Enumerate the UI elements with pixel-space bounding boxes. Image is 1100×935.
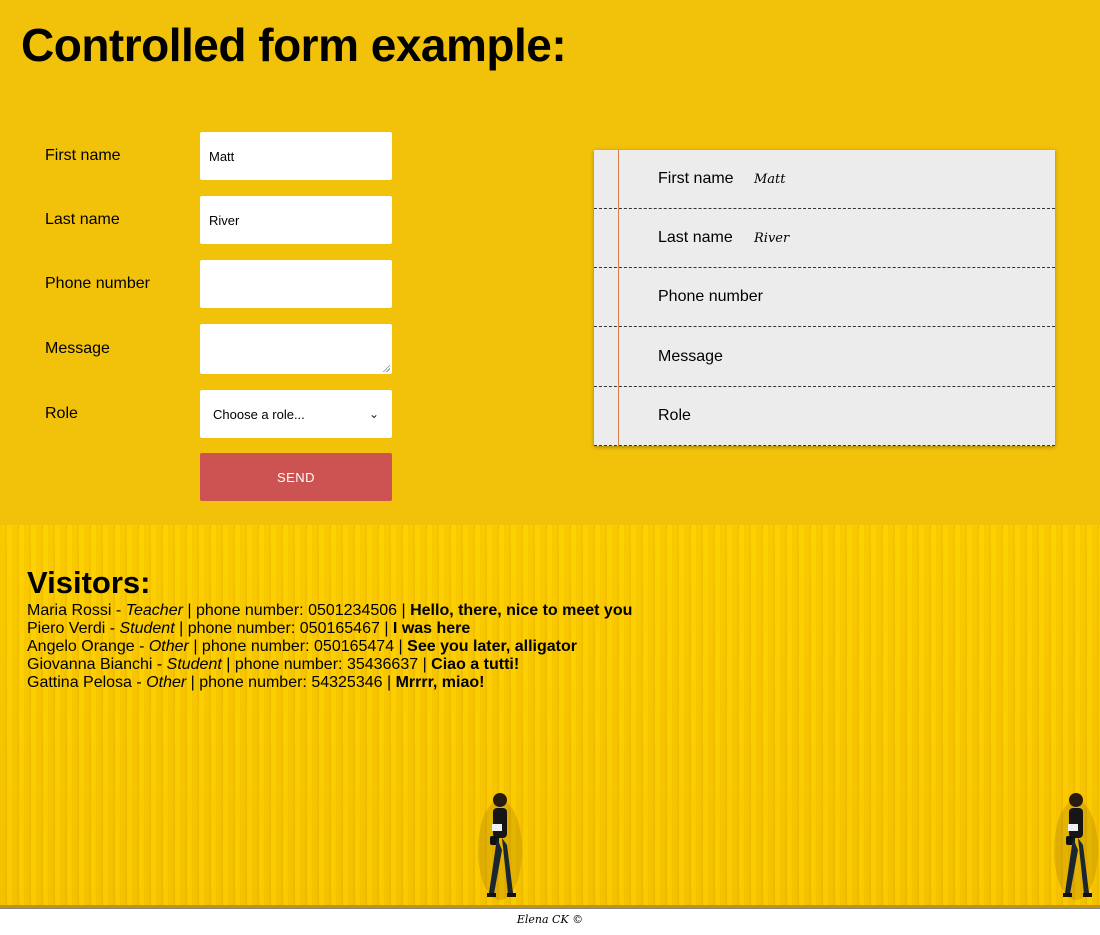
- list-item: Maria Rossi - Teacher | phone number: 05…: [27, 602, 633, 619]
- margin-line: [618, 150, 619, 446]
- preview-row: Phone number: [594, 268, 1055, 327]
- preview-label: Phone number: [658, 288, 763, 305]
- visitors-heading: Visitors:: [27, 565, 151, 600]
- walking-person-image: [478, 793, 522, 900]
- list-item: Giovanna Bianchi - Student | phone numbe…: [27, 656, 520, 673]
- preview-value: River: [754, 231, 790, 246]
- first-name-input[interactable]: Matt: [200, 132, 392, 180]
- preview-label: Message: [658, 348, 723, 365]
- list-item: Piero Verdi - Student | phone number: 05…: [27, 620, 471, 637]
- send-button[interactable]: SEND: [200, 453, 392, 501]
- preview-row: Message: [594, 328, 1055, 387]
- visitors-section: Visitors: Maria Rossi - Teacher | phone …: [0, 525, 1100, 908]
- phone-number-input[interactable]: [200, 260, 392, 308]
- message-textarea[interactable]: [200, 324, 392, 374]
- footer: Elena CK ©: [0, 908, 1100, 935]
- preview-card: First name Matt Last name River Phone nu…: [594, 150, 1055, 446]
- preview-row: First name Matt: [594, 150, 1055, 209]
- footer-credit: Elena CK ©: [516, 913, 584, 926]
- last-name-label: Last name: [45, 211, 120, 228]
- visitor-list: Maria Rossi - Teacher | phone number: 05…: [27, 602, 632, 692]
- role-select-value: Choose a role...: [213, 406, 305, 422]
- preview-label: Role: [658, 407, 691, 424]
- preview-row: Last name River: [594, 209, 1055, 268]
- resize-grip-icon[interactable]: [382, 364, 390, 372]
- list-item: Gattina Pelosa - Other | phone number: 5…: [27, 674, 485, 691]
- preview-label: Last name: [658, 229, 733, 246]
- page-title: Controlled form example:: [21, 19, 567, 71]
- form-section: Controlled form example: First name Matt…: [0, 0, 1100, 525]
- preview-row: Role: [594, 387, 1055, 446]
- preview-value: Matt: [754, 172, 786, 187]
- message-label: Message: [45, 340, 110, 357]
- walking-person-image: [1054, 793, 1098, 900]
- role-select[interactable]: Choose a role... ⌄: [200, 390, 392, 438]
- phone-number-label: Phone number: [45, 275, 150, 292]
- chevron-down-icon: ⌄: [368, 407, 379, 421]
- role-label: Role: [45, 405, 78, 422]
- first-name-label: First name: [45, 147, 121, 164]
- last-name-input[interactable]: River: [200, 196, 392, 244]
- preview-label: First name: [658, 170, 734, 187]
- list-item: Angelo Orange - Other | phone number: 05…: [27, 638, 577, 655]
